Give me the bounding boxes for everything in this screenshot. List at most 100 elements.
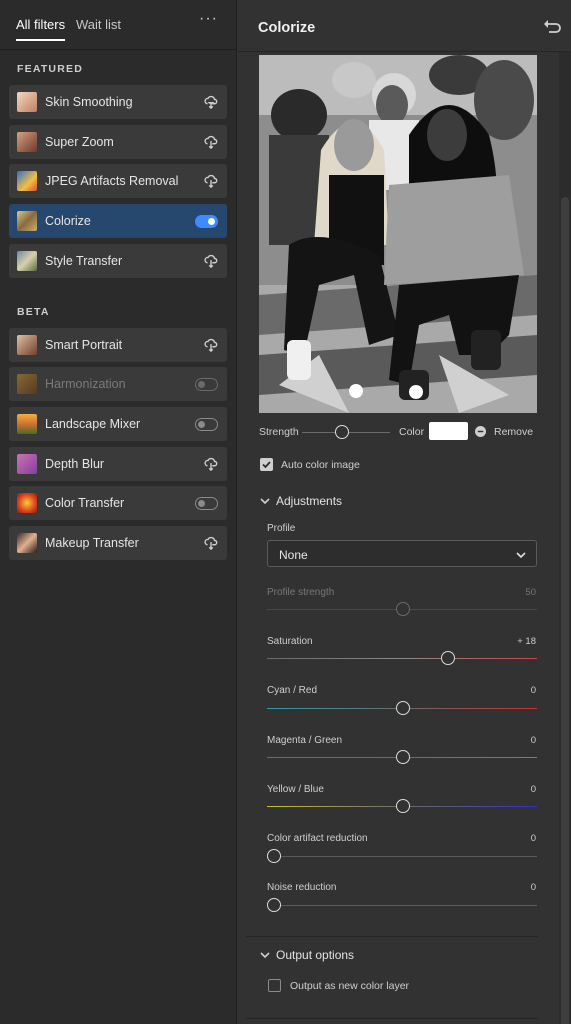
- color-artifact-reduction-handle[interactable]: [267, 849, 281, 863]
- filter-label: Harmonization: [45, 377, 126, 391]
- filter-label: Style Transfer: [45, 254, 123, 268]
- filter-item-colorize[interactable]: Colorize: [9, 204, 227, 238]
- auto-color-label: Auto color image: [281, 459, 360, 471]
- filter-item-landscape-mixer[interactable]: Landscape Mixer: [9, 407, 227, 441]
- filter-item-smart-portrait[interactable]: Smart Portrait: [9, 328, 227, 362]
- remove-icon[interactable]: [475, 426, 486, 437]
- color-artifact-reduction-track[interactable]: [267, 856, 537, 857]
- super-zoom-thumbnail: [17, 132, 37, 152]
- filter-item-color-transfer[interactable]: Color Transfer: [9, 486, 227, 520]
- cloud-download-icon[interactable]: [204, 536, 218, 550]
- cloud-download-icon[interactable]: [204, 338, 218, 352]
- filter-item-skin-smoothing[interactable]: Skin Smoothing: [9, 85, 227, 119]
- color-transfer-toggle[interactable]: [195, 497, 218, 510]
- harmonization-toggle[interactable]: [195, 378, 218, 391]
- more-options-icon[interactable]: ···: [199, 10, 218, 28]
- checkmark-icon: [262, 461, 271, 469]
- magenta-green-value: 0: [530, 735, 536, 746]
- panel-scrollbar[interactable]: [559, 52, 571, 1024]
- filter-item-harmonization[interactable]: Harmonization: [9, 367, 227, 401]
- tab-wait-list[interactable]: Wait list: [76, 17, 121, 32]
- profile-label: Profile: [267, 523, 296, 534]
- saturation-label: Saturation: [267, 636, 313, 647]
- filter-item-depth-blur[interactable]: Depth Blur: [9, 447, 227, 481]
- cloud-download-icon[interactable]: [204, 135, 218, 149]
- noise-reduction-handle[interactable]: [267, 898, 281, 912]
- section-divider: [246, 936, 538, 937]
- output-new-layer-label: Output as new color layer: [290, 980, 410, 992]
- cyan-red-value: 0: [530, 685, 536, 696]
- filter-item-makeup-transfer[interactable]: Makeup Transfer: [9, 526, 227, 560]
- color-label: Color: [399, 426, 425, 438]
- filter-settings-panel: Colorize Strength Color Remove Auto colo…: [238, 0, 571, 1024]
- featured-section-label: FEATURED: [17, 63, 83, 75]
- saturation-track[interactable]: [267, 658, 537, 659]
- magenta-green-label: Magenta / Green: [267, 735, 343, 746]
- noise-reduction-value: 0: [530, 882, 536, 893]
- filter-item-jpeg-artifacts-removal[interactable]: JPEG Artifacts Removal: [9, 164, 227, 198]
- yellow-blue-value: 0: [530, 784, 536, 795]
- filter-label: Makeup Transfer: [45, 536, 139, 550]
- tab-all-filters[interactable]: All filters: [16, 17, 66, 41]
- remove-label[interactable]: Remove: [494, 426, 533, 438]
- preview-image[interactable]: [259, 55, 537, 413]
- filter-item-style-transfer[interactable]: Style Transfer: [9, 244, 227, 278]
- strength-label: Strength: [259, 426, 299, 438]
- filter-label: Skin Smoothing: [45, 95, 133, 109]
- makeup-transfer-thumbnail: [17, 533, 37, 553]
- color-transfer-thumbnail: [17, 493, 37, 513]
- chevron-down-icon: [516, 552, 526, 559]
- section-divider: [246, 1018, 538, 1019]
- color-artifact-reduction-label: Color artifact reduction: [267, 833, 368, 844]
- magenta-green-handle[interactable]: [396, 750, 410, 764]
- yellow-blue-label: Yellow / Blue: [267, 784, 324, 795]
- cloud-download-icon[interactable]: [204, 95, 218, 109]
- chevron-down-icon[interactable]: [260, 950, 270, 960]
- panel-header: Colorize: [238, 0, 571, 52]
- panel-title: Colorize: [258, 20, 316, 36]
- filter-label: Colorize: [45, 214, 91, 228]
- reset-icon[interactable]: [543, 18, 561, 34]
- profile-strength-handle: [396, 602, 410, 616]
- filter-item-super-zoom[interactable]: Super Zoom: [9, 125, 227, 159]
- landscape-mixer-thumbnail: [17, 414, 37, 434]
- colorize-toggle[interactable]: [195, 215, 218, 228]
- filter-tabs: All filters Wait list ···: [0, 0, 237, 50]
- strength-slider-handle[interactable]: [335, 425, 349, 439]
- noise-reduction-track[interactable]: [267, 905, 537, 906]
- color-artifact-reduction-value: 0: [530, 833, 536, 844]
- cloud-download-icon[interactable]: [204, 457, 218, 471]
- chevron-down-icon[interactable]: [260, 496, 270, 506]
- profile-strength-value: 50: [525, 587, 536, 598]
- harmonization-thumbnail: [17, 374, 37, 394]
- scrollbar-thumb[interactable]: [561, 197, 569, 1024]
- cloud-download-icon[interactable]: [204, 174, 218, 188]
- output-options-header[interactable]: Output options: [276, 948, 354, 962]
- profile-dropdown[interactable]: None: [267, 540, 537, 567]
- smart-portrait-thumbnail: [17, 335, 37, 355]
- filter-label: Landscape Mixer: [45, 417, 141, 431]
- filter-label: Depth Blur: [45, 457, 105, 471]
- adjustments-header[interactable]: Adjustments: [276, 494, 342, 508]
- filter-label: Super Zoom: [45, 135, 114, 149]
- filter-label: JPEG Artifacts Removal: [45, 174, 179, 188]
- colorize-thumbnail: [17, 211, 37, 231]
- jpeg-artifacts-thumbnail: [17, 171, 37, 191]
- style-transfer-thumbnail: [17, 251, 37, 271]
- filter-label: Color Transfer: [45, 496, 125, 510]
- depth-blur-thumbnail: [17, 454, 37, 474]
- profile-selected-value: None: [279, 548, 308, 562]
- cyan-red-handle[interactable]: [396, 701, 410, 715]
- cloud-download-icon[interactable]: [204, 254, 218, 268]
- landscape-mixer-toggle[interactable]: [195, 418, 218, 431]
- saturation-handle[interactable]: [441, 651, 455, 665]
- neural-filters-app: All filters Wait list ··· FEATURED Skin …: [0, 0, 571, 1024]
- filters-sidebar: All filters Wait list ··· FEATURED Skin …: [0, 0, 237, 1024]
- color-swatch[interactable]: [429, 422, 468, 440]
- beta-section-label: BETA: [17, 306, 50, 318]
- yellow-blue-handle[interactable]: [396, 799, 410, 813]
- auto-color-checkbox[interactable]: [260, 458, 273, 471]
- output-new-layer-checkbox[interactable]: [268, 979, 281, 992]
- profile-strength-label: Profile strength: [267, 587, 335, 598]
- filter-label: Smart Portrait: [45, 338, 123, 352]
